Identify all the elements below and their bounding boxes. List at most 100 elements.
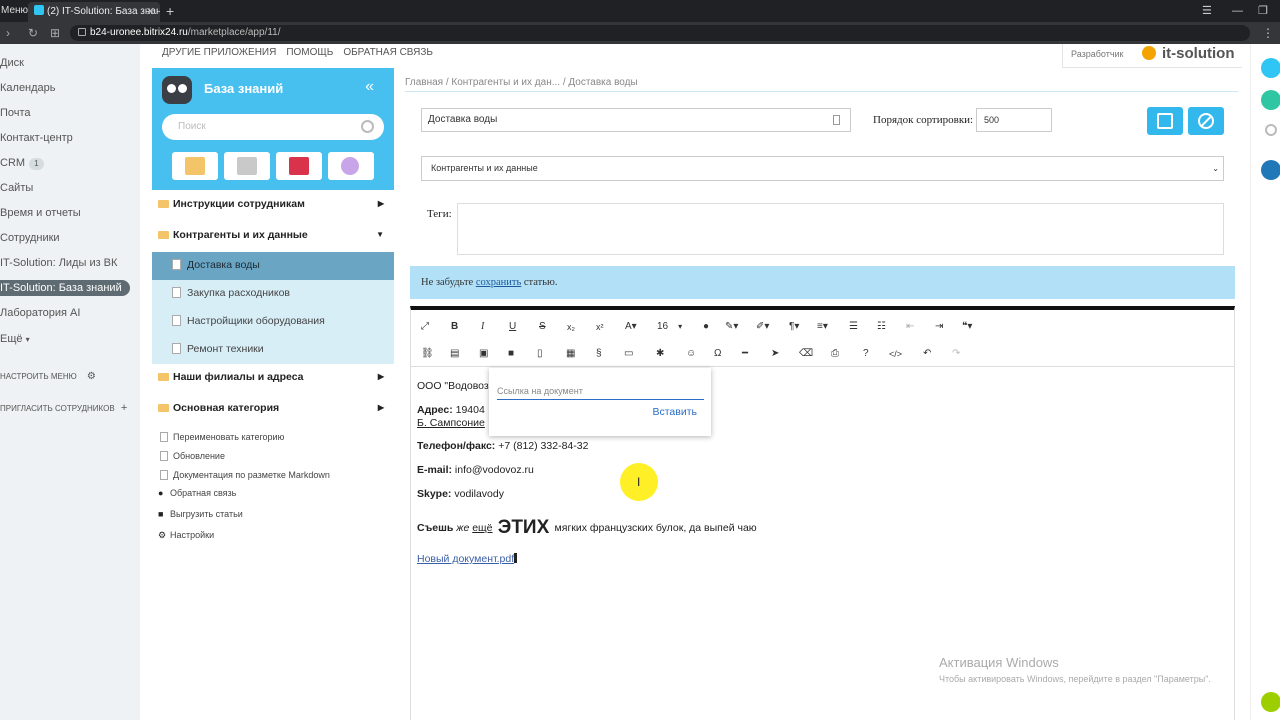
kb-category[interactable]: Наши филиалы и адреса ▶ [152, 363, 394, 394]
underline-icon[interactable]: U [509, 320, 516, 334]
tab-search-icon[interactable]: ☰ [1202, 0, 1212, 22]
eraser-icon[interactable]: ⌫ [799, 347, 813, 361]
embed-icon[interactable]: ▭ [624, 347, 633, 361]
video-icon[interactable]: ■ [508, 347, 514, 361]
kb-category[interactable]: Основная категория ▶ [152, 394, 394, 425]
file-icon[interactable]: ▤ [450, 347, 459, 361]
reload-icon[interactable]: ↻ [28, 22, 38, 44]
menu-item-time-reports[interactable]: Время и отчеты [0, 207, 81, 219]
document-link-input[interactable]: Ссылка на документ [497, 382, 704, 400]
collapse-sidebar-icon[interactable]: « [365, 78, 374, 96]
sort-order-input[interactable]: 500 [976, 108, 1052, 132]
kb-misc-doc[interactable]: Переименовать категорию [160, 432, 284, 442]
omega-icon[interactable]: Ω [714, 347, 721, 361]
export-articles-action[interactable]: ■ Выгрузить статьи [158, 509, 243, 519]
kb-category[interactable]: Контрагенты и их данные ▼ [152, 221, 394, 252]
settings-action[interactable]: ⚙ Настройки [158, 530, 214, 541]
code-view-icon[interactable]: </> [889, 347, 902, 361]
kb-article-item[interactable]: Настройщики оборудования [152, 308, 394, 336]
undo-icon[interactable]: ↶ [923, 347, 931, 361]
configure-menu-link[interactable]: НАСТРОИТЬ МЕНЮ ⚙ [0, 371, 96, 382]
save-button[interactable] [1147, 107, 1183, 135]
cancel-button[interactable] [1188, 107, 1224, 135]
notifications-icon[interactable] [1261, 58, 1280, 78]
breadcrumb[interactable]: Главная / Контрагенты и их дан... / Дост… [405, 77, 638, 88]
menu-item-more[interactable]: Ещё ▾ [0, 333, 30, 345]
align-icon[interactable]: ≡▾ [817, 320, 828, 334]
menu-item-ai-lab[interactable]: Лаборатория AI [0, 307, 80, 319]
insert-button[interactable]: Вставить [652, 406, 697, 418]
special-icon[interactable]: ✱ [656, 347, 664, 361]
bookmarks-tile[interactable] [276, 152, 322, 180]
text-color-icon[interactable]: ● [703, 320, 709, 334]
print-icon[interactable]: ⎙ [831, 347, 839, 361]
kb-search-input[interactable]: Поиск [162, 114, 384, 140]
menu-item-contact-center[interactable]: Контакт-центр [0, 132, 73, 144]
superscript-icon[interactable]: x² [596, 320, 604, 334]
strikethrough-icon[interactable]: S [539, 320, 546, 334]
invite-employees-link[interactable]: ПРИГЛАСИТЬ СОТРУДНИКОВ + [0, 402, 127, 414]
subscript-icon[interactable]: x₂ [567, 320, 575, 334]
paragraph-icon[interactable]: ¶▾ [789, 320, 799, 334]
tags-input[interactable] [457, 203, 1224, 255]
emoji-icon[interactable]: ☺ [686, 347, 696, 361]
other-apps-link[interactable]: ДРУГИЕ ПРИЛОЖЕНИЯ [162, 47, 276, 58]
bitrix24-icon[interactable] [1261, 160, 1280, 180]
documents-tile[interactable] [224, 152, 270, 180]
minimize-icon[interactable]: — [1232, 0, 1243, 22]
kb-article-item[interactable]: Ремонт техники [152, 336, 394, 364]
restore-icon[interactable]: ❐ [1258, 0, 1268, 22]
kb-misc-doc[interactable]: Документация по разметке Markdown [160, 470, 330, 480]
forward-icon[interactable]: › [6, 22, 10, 44]
menu-item-sites[interactable]: Сайты [0, 182, 33, 194]
italic-icon[interactable]: I [481, 320, 484, 334]
url-field[interactable]: b24-uronee.bitrix24.ru/marketplace/app/1… [70, 25, 1250, 41]
table-icon[interactable]: ▦ [566, 347, 575, 361]
help-icon[interactable]: ? [863, 347, 869, 361]
kb-category[interactable]: Инструкции сотрудникам ▶ [152, 190, 394, 221]
apps-icon[interactable]: ⊞ [50, 22, 60, 44]
category-select[interactable]: Контрагенты и их данные ⌄ [421, 156, 1224, 181]
browser-tab[interactable]: (2) IT-Solution: База знаний ✕ [28, 2, 160, 22]
bold-icon[interactable]: B [451, 320, 458, 334]
history-tile[interactable] [328, 152, 374, 180]
quote-icon[interactable]: ❝▾ [962, 320, 972, 334]
menu-item-crm[interactable]: CRM 1 [0, 157, 44, 170]
redo-icon[interactable]: ↷ [952, 347, 960, 361]
phone-icon[interactable] [1261, 692, 1280, 712]
close-tab-icon[interactable]: ✕ [146, 2, 155, 22]
select-icon[interactable]: ➤ [771, 347, 779, 361]
document-link[interactable]: Новый документ.pdf [417, 553, 514, 565]
menu-item-calendar[interactable]: Календарь [0, 82, 56, 94]
horizontal-line-icon[interactable]: ━ [742, 347, 748, 361]
menu-item-disk[interactable]: Диск [0, 57, 24, 69]
feedback-action[interactable]: ● Обратная связь [158, 488, 236, 498]
chat-icon[interactable] [1261, 90, 1280, 110]
indent-icon[interactable]: ⇥ [935, 320, 943, 334]
ordered-list-icon[interactable]: ☰ [849, 320, 858, 334]
kb-misc-doc[interactable]: Обновление [160, 451, 225, 461]
attach-icon[interactable]: § [596, 347, 602, 361]
font-size-select[interactable]: 16 ▾ [657, 320, 682, 334]
outdent-icon[interactable]: ⇤ [906, 320, 914, 334]
paint-brush-icon[interactable]: ✎▾ [725, 320, 738, 334]
menu-item-mail[interactable]: Почта [0, 107, 31, 119]
article-title-input[interactable]: Доставка воды [421, 108, 851, 132]
folders-tile[interactable] [172, 152, 218, 180]
menu-item-vk-leads[interactable]: IT-Solution: Лиды из ВК [0, 257, 117, 269]
browser-menu-icon[interactable]: ⋮ [1262, 22, 1274, 44]
unordered-list-icon[interactable]: ☷ [877, 320, 886, 334]
browser-menu-button[interactable]: Меню [0, 0, 28, 22]
image-icon[interactable]: ▣ [479, 347, 488, 361]
kb-article-item[interactable]: Доставка воды [152, 252, 394, 280]
font-family-icon[interactable]: A▾ [625, 320, 637, 334]
search-icon[interactable] [361, 120, 374, 133]
search-icon[interactable] [1265, 124, 1277, 136]
kb-article-item[interactable]: Закупка расходников [152, 280, 394, 308]
document-icon[interactable]: ▯ [537, 347, 543, 361]
fullscreen-icon[interactable]: ⤢ [421, 320, 429, 334]
menu-item-knowledge-base[interactable]: IT-Solution: База знаний [0, 280, 130, 296]
feedback-link[interactable]: ОБРАТНАЯ СВЯЗЬ [343, 47, 433, 58]
new-tab-icon[interactable]: + [166, 0, 174, 22]
clear-format-icon[interactable]: ✐▾ [756, 320, 769, 334]
